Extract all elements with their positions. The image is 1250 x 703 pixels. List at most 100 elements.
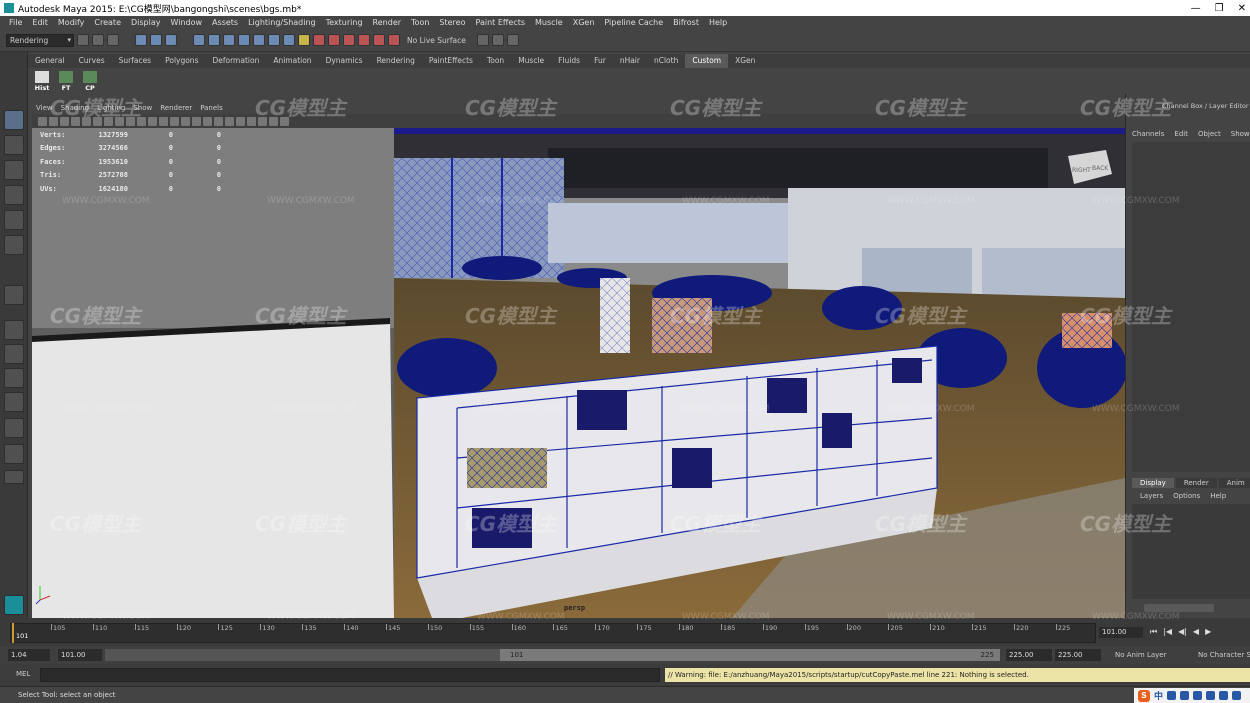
select-object-icon[interactable] — [150, 34, 162, 46]
move-tool-icon[interactable] — [4, 185, 24, 205]
wireframe-on-shaded-icon[interactable] — [170, 116, 179, 126]
shelf-tab-rendering[interactable]: Rendering — [370, 54, 422, 68]
layer-list[interactable] — [1132, 504, 1250, 599]
current-time-field[interactable]: 101.00 — [1099, 627, 1143, 638]
camera-select-icon[interactable] — [38, 116, 47, 126]
menu-paint-effects[interactable]: Paint Effects — [471, 18, 531, 27]
menu-modify[interactable]: Modify — [53, 18, 90, 27]
show-menu[interactable]: Show — [1231, 130, 1250, 138]
save-scene-icon[interactable] — [107, 34, 119, 46]
rotate-tool-icon[interactable] — [4, 210, 24, 230]
snap-grid-icon[interactable] — [193, 34, 205, 46]
xray-icon[interactable] — [269, 116, 278, 126]
render-frame-icon[interactable] — [313, 34, 325, 46]
menu-create[interactable]: Create — [89, 18, 126, 27]
edit-menu[interactable]: Edit — [1174, 130, 1188, 138]
render-settings-icon[interactable] — [343, 34, 355, 46]
magnet-icon[interactable] — [298, 34, 310, 46]
viewport-menu-lighting[interactable]: Lighting — [93, 104, 129, 112]
menu-lighting-shading[interactable]: Lighting/Shading — [243, 18, 321, 27]
menu-muscle[interactable]: Muscle — [530, 18, 568, 27]
menu-edit[interactable]: Edit — [27, 18, 53, 27]
snap-plane-icon[interactable] — [238, 34, 250, 46]
render-view-icon[interactable] — [373, 34, 385, 46]
shelf-tab-nhair[interactable]: nHair — [613, 54, 647, 68]
layout-four-icon[interactable] — [4, 344, 24, 364]
input-output-icon[interactable] — [283, 34, 295, 46]
xray-joints-icon[interactable] — [280, 116, 289, 126]
menu-stereo[interactable]: Stereo — [434, 18, 470, 27]
shelf-tab-fluids[interactable]: Fluids — [551, 54, 587, 68]
field-chart-icon[interactable] — [126, 116, 135, 126]
layout-menu-icon[interactable] — [4, 470, 24, 484]
menu-display[interactable]: Display — [126, 18, 166, 27]
toggle-channel-box-icon[interactable] — [506, 34, 519, 46]
smooth-shade-icon[interactable] — [159, 116, 168, 126]
shelf-tab-xgen[interactable]: XGen — [728, 54, 762, 68]
shelf-tab-muscle[interactable]: Muscle — [511, 54, 551, 68]
horizontal-scrollbar[interactable] — [1144, 604, 1214, 612]
shelf-tab-fur[interactable]: Fur — [587, 54, 613, 68]
range-slider-handle[interactable]: 101 225 — [500, 649, 1000, 661]
menu-assets[interactable]: Assets — [207, 18, 243, 27]
layout-hypershade-icon[interactable] — [4, 418, 24, 438]
textured-icon[interactable] — [181, 116, 190, 126]
menu-bifrost[interactable]: Bifrost — [668, 18, 704, 27]
shelf-button-cp[interactable]: CP — [80, 68, 100, 92]
shelf-tab-general[interactable]: General — [28, 54, 72, 68]
paint-select-tool-icon[interactable] — [4, 160, 24, 180]
time-slider-track[interactable]: 105 110 115 120 125 130 135 140 145 150 155 160 165 1… — [10, 623, 1096, 643]
tab-anim[interactable]: Anim — [1218, 478, 1250, 488]
channels-menu[interactable]: Channels — [1132, 130, 1164, 138]
menu-texturing[interactable]: Texturing — [321, 18, 368, 27]
depth-of-field-icon[interactable] — [247, 116, 256, 126]
select-hierarchy-icon[interactable] — [135, 34, 147, 46]
shelf-button-hist[interactable]: Hist — [32, 68, 52, 92]
menu-window[interactable]: Window — [166, 18, 208, 27]
toggle-attribute-editor-icon[interactable] — [476, 34, 489, 46]
image-plane-icon[interactable] — [71, 116, 80, 126]
select-component-icon[interactable] — [165, 34, 177, 46]
layers-menu[interactable]: Layers — [1140, 492, 1163, 500]
gate-mask-icon[interactable] — [115, 116, 124, 126]
new-scene-icon[interactable] — [77, 34, 89, 46]
film-gate-icon[interactable] — [93, 116, 102, 126]
step-back-key-button[interactable]: |◀ — [1163, 627, 1172, 637]
perspective-viewport[interactable]: RIGHT BACK Verts: 1327599 0 0 Edges: 3274566… — [32, 128, 1125, 618]
isolate-select-icon[interactable] — [258, 116, 267, 126]
grid-icon[interactable] — [1232, 691, 1242, 700]
shelf-button-ft[interactable]: FT — [56, 68, 76, 92]
tab-render[interactable]: Render — [1175, 478, 1217, 488]
user-icon[interactable] — [1206, 691, 1216, 700]
keyboard-icon[interactable] — [1193, 691, 1203, 700]
go-to-start-button[interactable]: ⏮ — [1150, 627, 1157, 637]
menu-file[interactable]: File — [4, 18, 27, 27]
menu-render[interactable]: Render — [368, 18, 406, 27]
menu-help[interactable]: Help — [704, 18, 732, 27]
last-tool-icon[interactable] — [4, 285, 24, 305]
snap-surface-icon[interactable] — [253, 34, 265, 46]
scale-tool-icon[interactable] — [4, 235, 24, 255]
safe-action-icon[interactable] — [137, 116, 146, 126]
motion-blur-icon[interactable] — [225, 116, 234, 126]
shelf-tab-toon[interactable]: Toon — [480, 54, 511, 68]
shelf-tab-animation[interactable]: Animation — [266, 54, 318, 68]
tab-display[interactable]: Display — [1132, 478, 1174, 488]
menu-toon[interactable]: Toon — [406, 18, 434, 27]
mel-input[interactable] — [40, 668, 660, 682]
ambient-occlusion-icon[interactable] — [214, 116, 223, 126]
toggle-tool-settings-icon[interactable] — [491, 34, 504, 46]
layout-custom-icon[interactable] — [4, 444, 24, 464]
range-slider[interactable]: 101 225 — [105, 649, 1000, 661]
open-scene-icon[interactable] — [92, 34, 104, 46]
snap-curve-icon[interactable] — [208, 34, 220, 46]
shirt-icon[interactable] — [1219, 691, 1229, 700]
viewport-menu-show[interactable]: Show — [129, 104, 156, 112]
layout-outliner-icon[interactable] — [4, 368, 24, 388]
animation-end-field[interactable]: 225.00 — [1055, 649, 1101, 661]
construction-history-icon[interactable] — [268, 34, 280, 46]
viewport-menu-panels[interactable]: Panels — [196, 104, 227, 112]
layout-graph-icon[interactable] — [4, 392, 24, 412]
current-time-marker[interactable] — [12, 623, 14, 643]
sogou-ime-icon[interactable]: S — [1138, 689, 1150, 702]
